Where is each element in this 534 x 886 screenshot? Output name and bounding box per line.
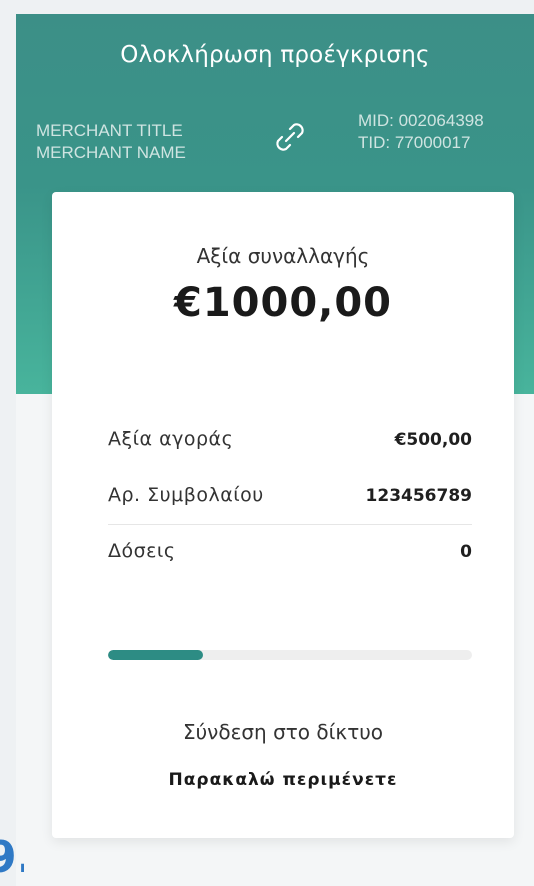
detail-label: Δόσεις: [108, 540, 176, 562]
wait-message: Παρακαλώ περιμένετε: [168, 770, 398, 790]
detail-row-contract: Αρ. Συμβολαίου 123456789: [108, 484, 472, 525]
mid-label: MID: 002064398: [358, 111, 484, 130]
detail-value: 0: [460, 542, 472, 562]
amount-value: €1000,00: [173, 280, 393, 326]
detail-label: Αρ. Συμβολαίου: [108, 484, 264, 506]
detail-value: 123456789: [365, 486, 472, 506]
page-title: Ολοκλήρωση προέγκρισης: [120, 42, 430, 68]
amount-label: Αξία συναλλαγής: [196, 244, 370, 268]
merchant-info: MERCHANT TITLE MERCHANT NAME: [36, 120, 186, 164]
tid-label: TID: 77000017: [358, 133, 471, 152]
transaction-card: Αξία συναλλαγής €1000,00 Αξία αγοράς €50…: [52, 192, 514, 838]
divider: [108, 524, 472, 525]
payment-screen: Ολοκλήρωση προέγκρισης MERCHANT TITLE ME…: [16, 14, 534, 886]
link-icon: [276, 123, 304, 151]
corner-glyph: 9.: [0, 832, 24, 883]
progress-fill: [108, 650, 203, 660]
terminal-info: MID: 002064398 TID: 77000017: [358, 110, 484, 154]
detail-value: €500,00: [394, 430, 472, 450]
status-message: Σύνδεση στο δίκτυο: [182, 720, 384, 744]
progress-bar: [108, 650, 472, 660]
detail-row-purchase: Αξία αγοράς €500,00: [108, 428, 472, 462]
detail-row-installments: Δόσεις 0: [108, 540, 472, 574]
detail-label: Αξία αγοράς: [108, 428, 234, 450]
merchant-name: MERCHANT NAME: [36, 143, 186, 162]
merchant-title: MERCHANT TITLE: [36, 121, 183, 140]
